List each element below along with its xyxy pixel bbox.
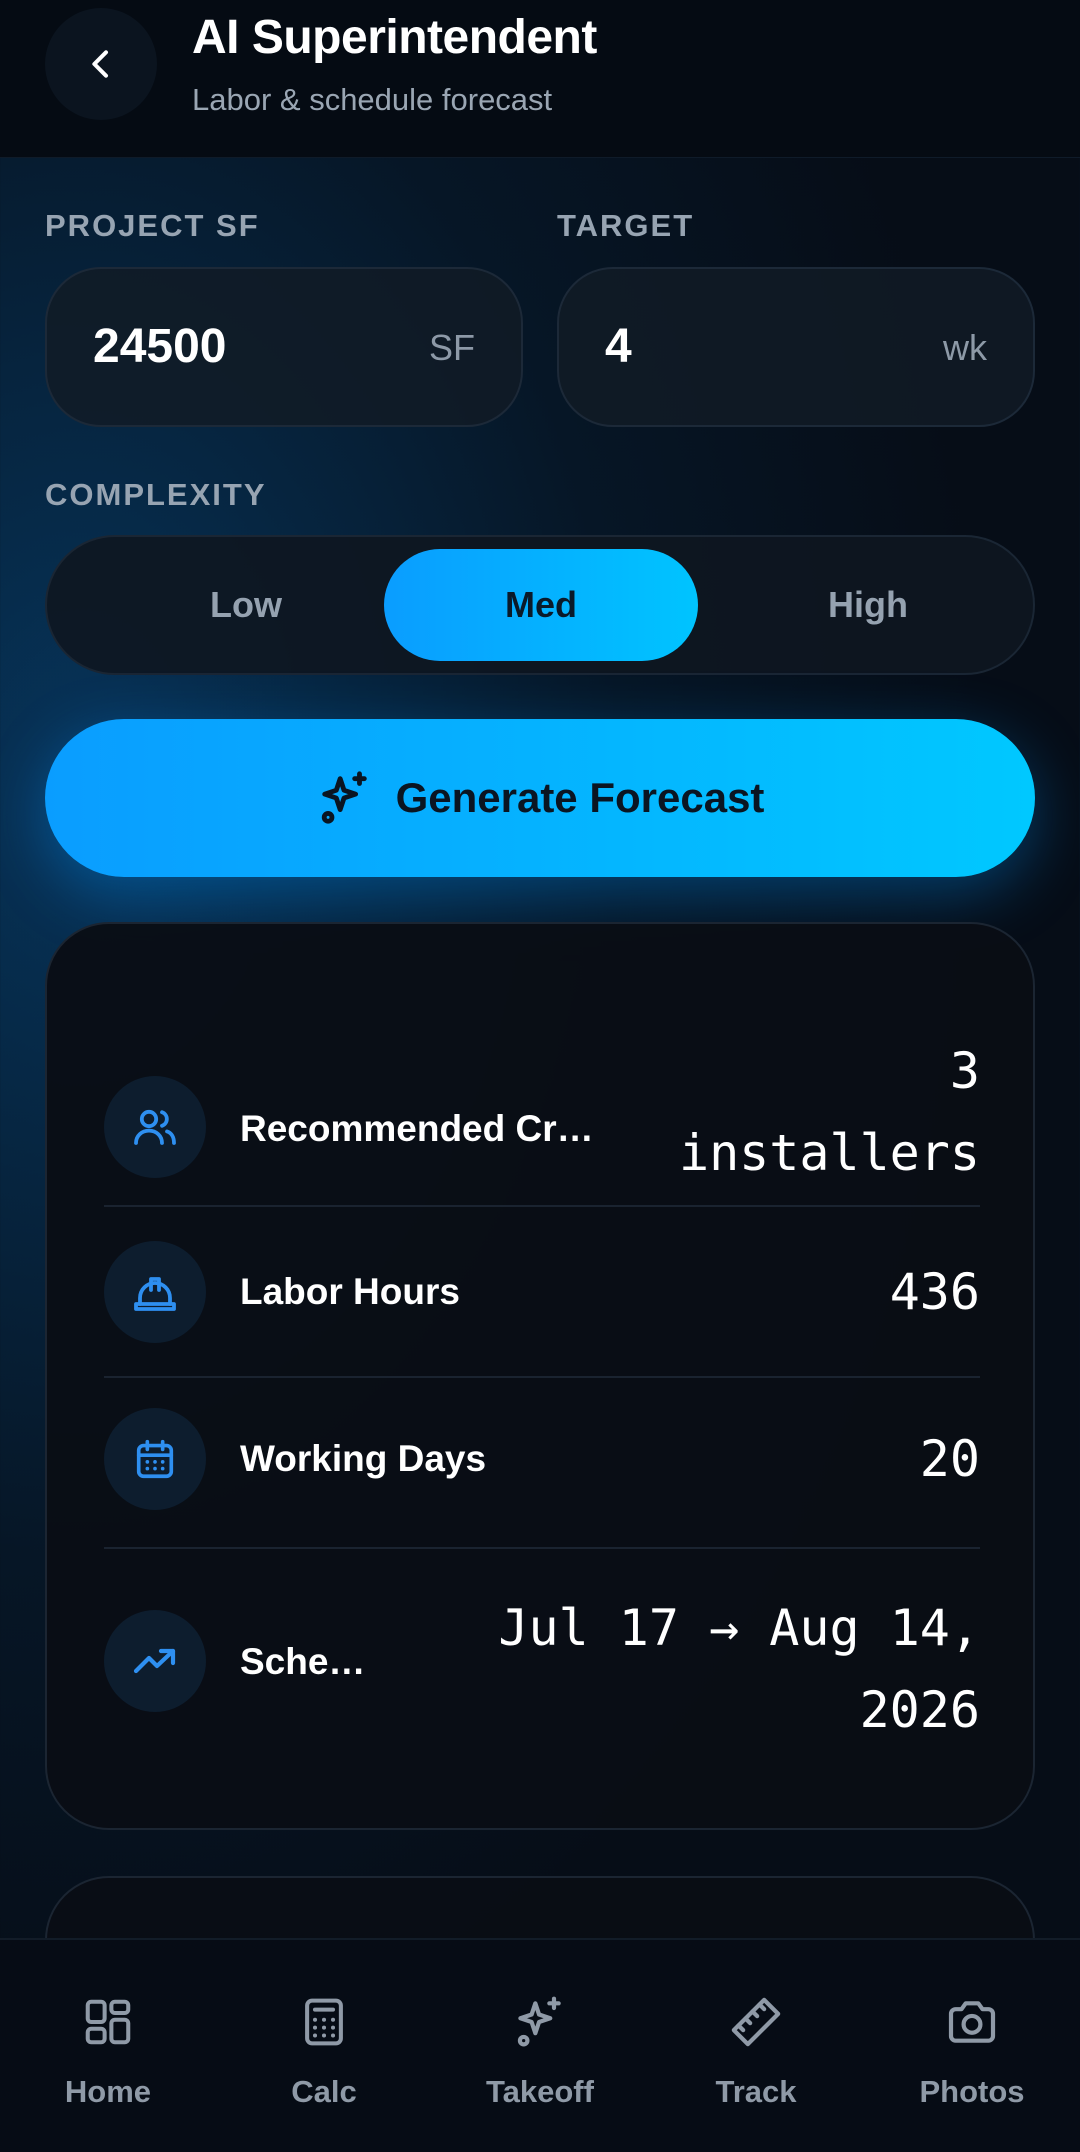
generate-forecast-label: Generate Forecast bbox=[395, 774, 765, 821]
generate-forecast-button[interactable]: Generate Forecast bbox=[45, 719, 1035, 877]
trending-up-icon bbox=[133, 1648, 176, 1674]
result-label-crew: Recommended Cr… bbox=[240, 1108, 594, 1149]
result-label-working-days: Working Days bbox=[240, 1438, 487, 1479]
target-weeks-field[interactable]: 4 wk bbox=[557, 267, 1035, 427]
calendar-icon bbox=[136, 1439, 174, 1479]
project-sf-unit: SF bbox=[428, 327, 475, 368]
sparkles-icon bbox=[321, 771, 367, 824]
hard-hat-icon bbox=[134, 1277, 176, 1311]
back-button[interactable] bbox=[45, 8, 157, 120]
complexity-option-high[interactable]: High bbox=[711, 549, 1025, 661]
camera-icon bbox=[948, 2001, 996, 2043]
nav-label-photos: Photos bbox=[919, 2074, 1025, 2109]
labor-icon-badge bbox=[104, 1241, 206, 1343]
project-sf-field[interactable]: 24500 SF bbox=[45, 267, 523, 427]
result-label-schedule: Sche… bbox=[240, 1641, 366, 1682]
result-value-crew: 3 installers bbox=[679, 1030, 980, 1194]
page-title: AI Superintendent bbox=[192, 11, 597, 64]
result-value-labor-hours: 436 bbox=[889, 1263, 980, 1321]
crew-icon-badge bbox=[104, 1076, 206, 1178]
result-row-working-days: Working Days 20 bbox=[104, 1378, 980, 1548]
result-row-crew: Recommended Cr… 3 installers bbox=[104, 1042, 980, 1212]
project-sf-label: PROJECT SF bbox=[45, 208, 260, 243]
result-row-schedule: Sche… Jul 17 → Aug 14, 2026 bbox=[104, 1549, 980, 1769]
nav-item-takeoff[interactable]: Takeoff bbox=[432, 1940, 648, 2152]
result-value-schedule-line2: 2026 bbox=[859, 1681, 980, 1739]
schedule-icon-badge bbox=[104, 1610, 206, 1712]
result-value-crew-line2: installers bbox=[678, 1124, 980, 1182]
nav-item-photos[interactable]: Photos bbox=[864, 1940, 1080, 2152]
result-value-schedule-line1: Jul 17 → Aug 14, bbox=[498, 1599, 980, 1657]
target-value: 4 bbox=[605, 320, 632, 373]
forecast-results-card: Recommended Cr… 3 installers Labor Hours… bbox=[45, 922, 1035, 1830]
calculator-icon bbox=[305, 1998, 343, 2046]
ruler-icon bbox=[731, 1997, 781, 2047]
result-label-labor-hours: Labor Hours bbox=[240, 1271, 460, 1312]
complexity-selector: Low Med High bbox=[45, 535, 1035, 675]
sparkles-icon bbox=[517, 1996, 561, 2047]
result-value-crew-line1: 3 bbox=[949, 1042, 980, 1100]
days-icon-badge bbox=[104, 1408, 206, 1510]
target-unit: wk bbox=[943, 327, 987, 368]
nav-label-calc: Calc bbox=[291, 2074, 357, 2109]
nav-item-track[interactable]: Track bbox=[648, 1940, 864, 2152]
page-subtitle: Labor & schedule forecast bbox=[192, 82, 553, 117]
project-sf-value: 24500 bbox=[93, 320, 227, 373]
grid-icon bbox=[85, 1999, 131, 2045]
complexity-option-med[interactable]: Med bbox=[384, 549, 698, 661]
chevron-left-icon bbox=[92, 50, 108, 78]
nav-label-track: Track bbox=[715, 2074, 797, 2109]
nav-item-home[interactable]: Home bbox=[0, 1940, 216, 2152]
users-icon bbox=[134, 1109, 176, 1145]
app-header: AI Superintendent Labor & schedule forec… bbox=[0, 0, 1080, 158]
nav-label-takeoff: Takeoff bbox=[486, 2074, 594, 2109]
complexity-option-low[interactable]: Low bbox=[89, 549, 403, 661]
target-label: TARGET bbox=[557, 208, 695, 243]
result-value-schedule: Jul 17 → Aug 14, 2026 bbox=[498, 1587, 980, 1751]
bottom-navigation: Home Calc Takeoff Track Photos bbox=[0, 1938, 1080, 2152]
complexity-label: COMPLEXITY bbox=[45, 477, 267, 512]
nav-item-calc[interactable]: Calc bbox=[216, 1940, 432, 2152]
result-row-labor-hours: Labor Hours 436 bbox=[104, 1207, 980, 1377]
nav-label-home: Home bbox=[64, 2074, 152, 2109]
result-value-working-days: 20 bbox=[919, 1430, 980, 1488]
